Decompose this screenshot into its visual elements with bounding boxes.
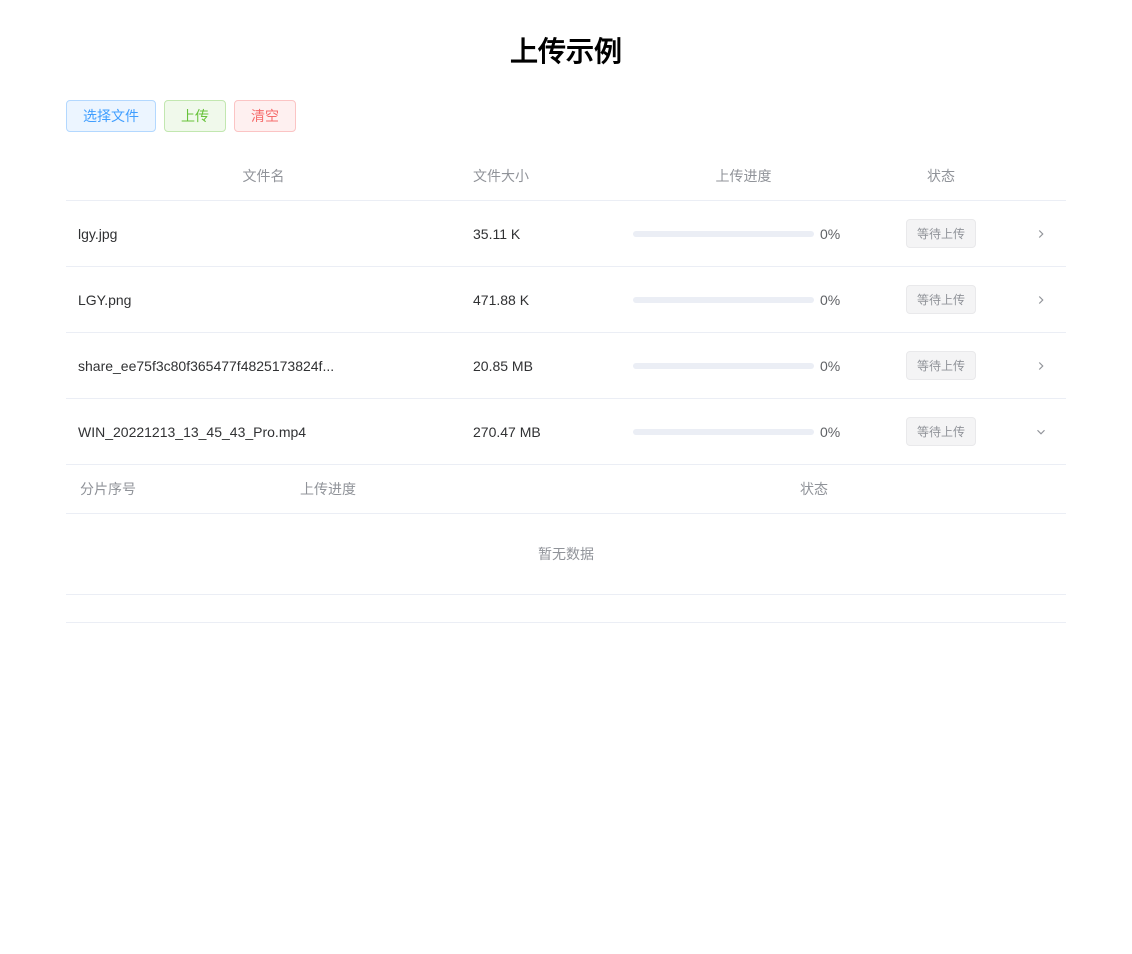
status-badge: 等待上传: [906, 219, 976, 248]
table-row: lgy.jpg 35.11 K 0% 等待上传: [66, 201, 1066, 267]
select-file-button[interactable]: 选择文件: [66, 100, 156, 132]
column-header-size: 文件大小: [461, 166, 621, 186]
page-title: 上传示例: [66, 30, 1066, 70]
file-name: WIN_20221213_13_45_43_Pro.mp4: [78, 424, 306, 440]
progress-text: 0%: [820, 424, 854, 440]
table-header-row: 文件名 文件大小 上传进度 状态: [66, 152, 1066, 201]
toolbar: 选择文件 上传 清空: [66, 100, 1066, 132]
file-name: lgy.jpg: [78, 226, 117, 242]
sub-column-header-index: 分片序号: [66, 479, 286, 499]
progress-text: 0%: [820, 226, 854, 242]
table-row: WIN_20221213_13_45_43_Pro.mp4 270.47 MB …: [66, 399, 1066, 465]
column-header-name: 文件名: [66, 166, 461, 186]
column-header-status: 状态: [866, 166, 1016, 186]
table-row: share_ee75f3c80f365477f4825173824f... 20…: [66, 333, 1066, 399]
column-header-progress: 上传进度: [621, 166, 866, 186]
empty-placeholder: 暂无数据: [66, 514, 1066, 595]
sub-table-header: 分片序号 上传进度 状态: [66, 465, 1066, 514]
status-badge: 等待上传: [906, 351, 976, 380]
sub-column-header-status: 状态: [786, 479, 1066, 499]
upload-button[interactable]: 上传: [164, 100, 226, 132]
status-badge: 等待上传: [906, 417, 976, 446]
progress-bar: 0%: [633, 226, 854, 242]
sub-column-header-progress: 上传进度: [286, 479, 786, 499]
chevron-right-icon[interactable]: [1034, 227, 1048, 241]
chevron-right-icon[interactable]: [1034, 359, 1048, 373]
file-size: 35.11 K: [461, 226, 621, 242]
progress-bar: 0%: [633, 358, 854, 374]
file-size: 270.47 MB: [461, 424, 621, 440]
status-badge: 等待上传: [906, 285, 976, 314]
progress-bar: 0%: [633, 292, 854, 308]
file-size: 471.88 K: [461, 292, 621, 308]
progress-text: 0%: [820, 358, 854, 374]
clear-button[interactable]: 清空: [234, 100, 296, 132]
chevron-right-icon[interactable]: [1034, 293, 1048, 307]
table-row: LGY.png 471.88 K 0% 等待上传: [66, 267, 1066, 333]
chevron-down-icon[interactable]: [1034, 425, 1048, 439]
progress-text: 0%: [820, 292, 854, 308]
file-name: LGY.png: [78, 292, 131, 308]
file-table: 文件名 文件大小 上传进度 状态 lgy.jpg 35.11 K 0% 等待上传: [66, 152, 1066, 623]
file-name: share_ee75f3c80f365477f4825173824f...: [78, 358, 334, 374]
progress-bar: 0%: [633, 424, 854, 440]
file-size: 20.85 MB: [461, 358, 621, 374]
